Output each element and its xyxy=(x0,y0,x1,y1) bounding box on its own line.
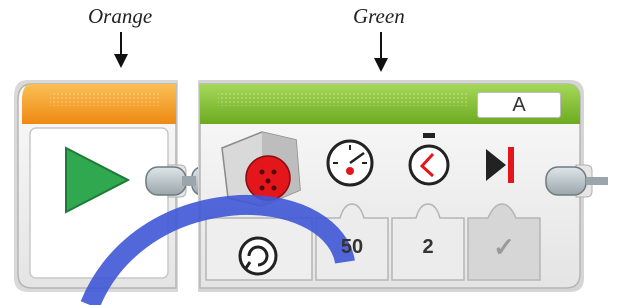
medium-motor-icon xyxy=(221,131,301,207)
brake-checkbox-value[interactable]: ✓ xyxy=(468,232,540,263)
mode-selector-icon[interactable] xyxy=(238,236,278,276)
speed-value[interactable]: 50 xyxy=(316,236,388,259)
speedometer-icon xyxy=(326,139,374,187)
port-selector[interactable]: A xyxy=(477,92,561,118)
seconds-value[interactable]: 2 xyxy=(392,236,464,259)
port-label: A xyxy=(512,94,526,116)
